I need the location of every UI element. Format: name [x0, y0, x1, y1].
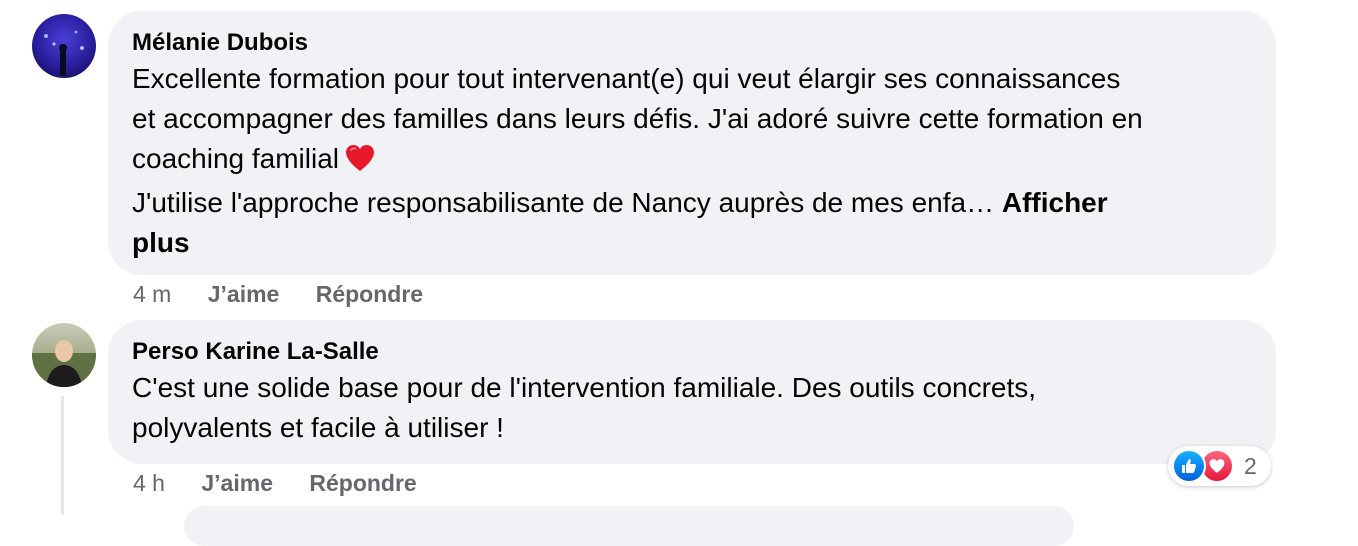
comment-line-truncated: J'utilise l'approche responsabilisante d…: [132, 183, 1252, 223]
avatar[interactable]: [32, 14, 96, 78]
reply-button[interactable]: Répondre: [316, 280, 423, 308]
comment-text: C'est une solide base pour de l'interven…: [132, 368, 1252, 448]
comment-line: coaching familial: [132, 143, 339, 174]
avatar-woman-outdoor-image: [32, 323, 96, 387]
reply-bubble-partial: [184, 506, 1074, 546]
see-more-link[interactable]: plus: [132, 223, 1252, 263]
comment-line: et accompagner des familles dans leurs d…: [132, 103, 1143, 134]
comment-text: Excellente formation pour tout intervena…: [132, 59, 1252, 263]
comment-actions: 4 m J’aime Répondre: [133, 280, 453, 308]
comment-line: polyvalents et facile à utiliser !: [132, 412, 504, 443]
comment-line-with-emoji: coaching familial: [132, 139, 1252, 183]
like-button[interactable]: J’aime: [208, 280, 280, 308]
like-button[interactable]: J’aime: [201, 469, 273, 497]
comment-bubble: Perso Karine La-Salle C'est une solide b…: [108, 320, 1276, 464]
thread-connector: [61, 396, 64, 514]
avatar[interactable]: [32, 323, 96, 387]
comment-author[interactable]: Mélanie Dubois: [132, 27, 1252, 59]
comment-line: C'est une solide base pour de l'interven…: [132, 372, 1037, 403]
reply-button[interactable]: Répondre: [309, 469, 416, 497]
comment-bubble: Mélanie Dubois Excellente formation pour…: [108, 11, 1276, 275]
see-more-link[interactable]: Afficher: [1002, 187, 1108, 218]
reactions-summary[interactable]: 2: [1168, 446, 1271, 486]
avatar-night-scene-image: [32, 14, 96, 78]
like-icon: [1172, 449, 1206, 483]
comment-actions: 4 h J’aime Répondre: [133, 469, 447, 497]
comment-line: Excellente formation pour tout intervena…: [132, 63, 1121, 94]
reaction-count: 2: [1244, 452, 1257, 479]
comment-timestamp[interactable]: 4 h: [133, 469, 165, 497]
comment-line: J'utilise l'approche responsabilisante d…: [132, 187, 995, 218]
red-heart-icon: [345, 143, 375, 183]
comment-timestamp[interactable]: 4 m: [133, 280, 171, 308]
comment-author[interactable]: Perso Karine La-Salle: [132, 336, 1252, 368]
